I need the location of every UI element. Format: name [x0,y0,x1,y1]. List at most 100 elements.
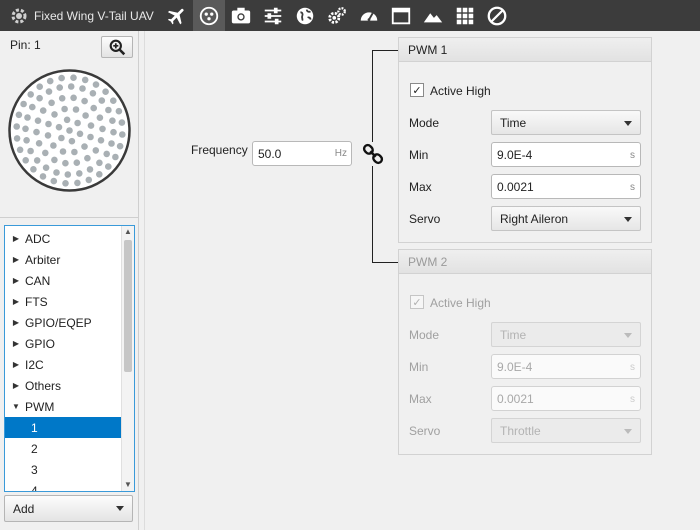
connector-pin[interactable] [50,177,58,185]
connector-pin[interactable] [81,76,89,84]
window-icon[interactable] [385,0,417,31]
connector-pin[interactable] [119,131,126,138]
connector-pin[interactable] [105,163,112,170]
connector-pin[interactable] [76,170,83,177]
connector-pin[interactable] [53,169,60,176]
connector-pin[interactable] [34,117,42,124]
connector-pin[interactable] [33,157,41,164]
connector-pin[interactable] [82,112,89,119]
connector-pin[interactable] [45,120,52,128]
connector-pin[interactable] [116,142,124,150]
connector-pin[interactable] [99,125,106,133]
connector-pin[interactable] [13,135,21,142]
tree-item-gpio-eqep[interactable]: ▶ GPIO/EQEP [5,312,121,333]
tree-item-pwm-2[interactable]: 2 [5,438,121,459]
connector-pin[interactable] [42,149,49,157]
tree-item-pwm-3[interactable]: 3 [5,459,121,480]
connector-pin[interactable] [15,111,23,119]
connector-pin[interactable] [67,83,75,90]
connector-pin[interactable] [66,127,73,134]
connector-pin[interactable] [22,125,29,133]
connector-pin[interactable] [29,103,36,111]
terrain-icon[interactable] [417,0,449,31]
connector-pin[interactable] [105,106,112,114]
connector-pin[interactable] [68,137,76,145]
connector-pin[interactable] [70,94,77,102]
pwm1-mode-select[interactable]: Time [491,110,641,135]
connector-pin[interactable] [30,166,37,173]
connector-pin[interactable] [102,88,109,95]
connector-pin[interactable] [64,171,72,178]
connector-pin[interactable] [96,171,103,178]
connector-pin[interactable] [58,74,65,82]
connector-pin[interactable] [110,128,117,136]
tree-item-adc[interactable]: ▶ ADC [5,228,121,249]
scroll-thumb[interactable] [124,240,132,372]
connector-pin[interactable] [58,134,65,142]
connector-pin[interactable] [92,147,100,154]
connector-pin[interactable] [74,179,81,187]
prohibited-icon[interactable] [481,0,513,31]
pwm1-active-high-row[interactable]: ✓ Active High [399,78,651,104]
connector-pin[interactable] [90,104,97,112]
io-tree[interactable]: ▶ ADC ▶ Arbiter ▶ CAN ▶ FTS ▶ GPIO/EQEP ▶ GPIO… [4,225,135,492]
connector-pin[interactable] [84,154,91,162]
connector-pin[interactable] [46,77,54,85]
connector-pin[interactable] [22,157,29,164]
connector-pin[interactable] [92,81,100,88]
connector-pin[interactable] [87,133,94,141]
connector-pin[interactable] [81,97,88,105]
tree-item-pwm-1[interactable]: 1 [5,417,121,438]
connector-pin[interactable] [27,147,34,155]
connector-pin[interactable] [58,95,66,102]
connector-pin[interactable] [71,148,78,156]
connector-pin[interactable] [33,128,40,136]
connector-icon[interactable] [193,0,225,31]
connector-pin[interactable] [36,83,43,90]
connector-pin[interactable] [42,164,50,171]
connector-pin[interactable] [85,176,93,184]
connector-pin[interactable] [79,85,86,92]
connector-pin[interactable] [103,150,110,158]
frequency-input[interactable]: 50.0 Hz [252,141,352,166]
connector-pin[interactable] [45,88,53,95]
connector-pin[interactable] [81,143,88,150]
tree-item-gpio[interactable]: ▶ GPIO [5,333,121,354]
connector-pin[interactable] [44,132,52,139]
scroll-up-icon[interactable]: ▲ [122,226,134,238]
connector-pin[interactable] [118,119,126,126]
connector-pin[interactable] [98,97,106,104]
pwm1-min-input[interactable]: 9.0E-4 s [491,142,641,167]
connector-pin[interactable] [36,94,43,102]
tree-scrollbar[interactable]: ▲ ▼ [121,226,134,491]
connector-pin[interactable] [72,106,80,113]
connector-pin[interactable] [108,140,115,147]
globe-icon[interactable] [289,0,321,31]
connector-pin[interactable] [51,111,58,118]
connector-pin[interactable] [62,159,69,167]
zoom-button[interactable] [101,36,133,58]
tree-item-fts[interactable]: ▶ FTS [5,291,121,312]
connector-pin[interactable] [96,159,103,167]
camera-icon[interactable] [225,0,257,31]
connector-pin[interactable] [35,140,43,147]
pwm1-active-high-checkbox[interactable]: ✓ [410,83,424,97]
connector-pin[interactable] [20,100,27,108]
link-icon[interactable] [362,143,384,165]
connector-pin[interactable] [48,99,55,107]
tree-item-i2c[interactable]: ▶ I2C [5,354,121,375]
pwm1-max-input[interactable]: 0.0021 s [491,174,641,199]
tree-item-arbiter[interactable]: ▶ Arbiter [5,249,121,270]
connector-pin[interactable] [16,146,24,154]
connector-pin[interactable] [55,123,63,131]
connector-pin-diagram[interactable] [8,69,131,192]
connector-pin[interactable] [63,116,71,124]
connector-pin[interactable] [59,148,67,155]
gears-icon[interactable] [321,0,353,31]
connector-pin[interactable] [96,114,104,121]
connector-pin[interactable] [61,105,68,113]
airplane-icon[interactable] [161,0,193,31]
connector-pin[interactable] [70,74,77,81]
connector-pin[interactable] [87,122,95,129]
connector-pin[interactable] [62,180,69,187]
